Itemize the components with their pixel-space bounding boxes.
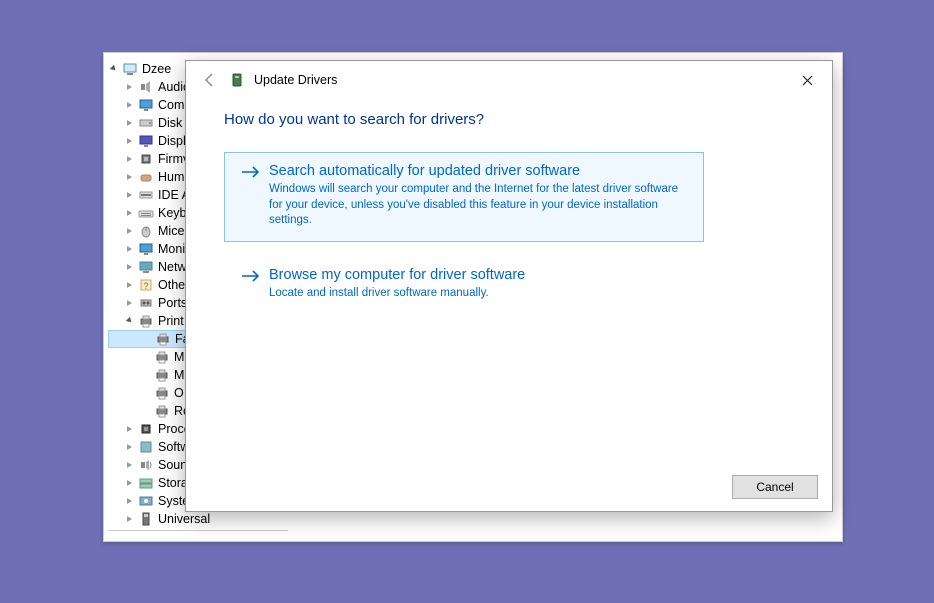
chevron-right-icon[interactable]	[124, 477, 136, 489]
system-icon	[138, 493, 154, 509]
tree-spacer	[141, 333, 153, 345]
back-button[interactable]	[198, 69, 220, 91]
tree-root-label: Dzee	[142, 60, 171, 78]
dialog-header: Update Drivers	[186, 61, 832, 99]
ide-icon	[138, 187, 154, 203]
speaker-icon	[138, 79, 154, 95]
monitor-icon	[138, 97, 154, 113]
other-icon: ?	[138, 277, 154, 293]
printer-icon	[154, 349, 170, 365]
dialog-body: How do you want to search for drivers? S…	[186, 99, 832, 334]
driver-icon	[228, 71, 246, 89]
chevron-right-icon[interactable]	[124, 297, 136, 309]
chevron-right-icon[interactable]	[124, 189, 136, 201]
mouse-icon	[138, 223, 154, 239]
tree-item-label: Ports	[158, 294, 187, 312]
software-icon	[138, 439, 154, 455]
printer-icon	[154, 403, 170, 419]
option-description: Windows will search your computer and th…	[269, 182, 687, 229]
update-drivers-dialog: Update Drivers How do you want to search…	[185, 60, 833, 512]
hid-icon	[138, 169, 154, 185]
port-icon	[138, 295, 154, 311]
keyboard-icon	[138, 205, 154, 221]
cancel-button[interactable]: Cancel	[732, 475, 818, 499]
chevron-right-icon[interactable]	[124, 135, 136, 147]
tree-divider	[108, 530, 288, 538]
svg-text:?: ?	[143, 281, 148, 291]
arrow-right-icon	[241, 267, 263, 288]
dialog-footer: Cancel	[732, 475, 818, 499]
monitor-icon	[138, 241, 154, 257]
tree-spacer	[140, 405, 152, 417]
chevron-right-icon[interactable]	[124, 243, 136, 255]
tree-item-label: Print	[158, 312, 184, 330]
tree-item-label: Netw	[158, 258, 186, 276]
chevron-right-icon[interactable]	[124, 117, 136, 129]
close-button[interactable]	[790, 67, 824, 93]
chevron-right-icon[interactable]	[124, 225, 136, 237]
chevron-right-icon[interactable]	[124, 207, 136, 219]
chevron-right-icon[interactable]	[124, 171, 136, 183]
printer-icon	[155, 331, 171, 347]
tree-spacer	[140, 369, 152, 381]
network-icon	[138, 259, 154, 275]
printer-icon	[138, 313, 154, 329]
option-title: Browse my computer for driver software	[269, 267, 687, 283]
storage-icon	[138, 475, 154, 491]
dialog-heading: How do you want to search for drivers?	[224, 111, 794, 128]
tree-item-label: Universal	[158, 510, 210, 528]
chevron-right-icon[interactable]	[124, 153, 136, 165]
display-icon	[138, 133, 154, 149]
sound-icon	[138, 457, 154, 473]
chevron-down-icon[interactable]	[108, 63, 120, 75]
chip-icon	[138, 151, 154, 167]
chevron-right-icon[interactable]	[124, 513, 136, 525]
disk-icon	[138, 115, 154, 131]
option-search-automatically[interactable]: Search automatically for updated driver …	[224, 152, 704, 242]
chevron-down-icon[interactable]	[124, 315, 136, 327]
tree-item-label: Moni	[158, 240, 185, 258]
chevron-right-icon[interactable]	[124, 279, 136, 291]
dialog-title: Update Drivers	[254, 73, 337, 87]
chevron-right-icon[interactable]	[124, 81, 136, 93]
chevron-right-icon[interactable]	[124, 261, 136, 273]
tree-item-label: Mice	[158, 222, 184, 240]
computer-icon	[122, 61, 138, 77]
chevron-right-icon[interactable]	[124, 459, 136, 471]
chevron-right-icon[interactable]	[124, 495, 136, 507]
option-description: Locate and install driver software manua…	[269, 286, 687, 302]
option-title: Search automatically for updated driver …	[269, 163, 687, 179]
tree-spacer	[140, 351, 152, 363]
usb-icon	[138, 511, 154, 527]
cpu-icon	[138, 421, 154, 437]
chevron-right-icon[interactable]	[124, 99, 136, 111]
tree-item[interactable]: Universal	[108, 510, 288, 528]
printer-icon	[154, 385, 170, 401]
arrow-right-icon	[241, 163, 263, 184]
tree-spacer	[140, 387, 152, 399]
printer-icon	[154, 367, 170, 383]
option-browse-computer[interactable]: Browse my computer for driver software L…	[224, 256, 704, 315]
chevron-right-icon[interactable]	[124, 423, 136, 435]
chevron-right-icon[interactable]	[124, 441, 136, 453]
tree-item-label: O	[174, 384, 184, 402]
tree-item-label: M	[174, 348, 184, 366]
tree-item-label: M	[174, 366, 184, 384]
